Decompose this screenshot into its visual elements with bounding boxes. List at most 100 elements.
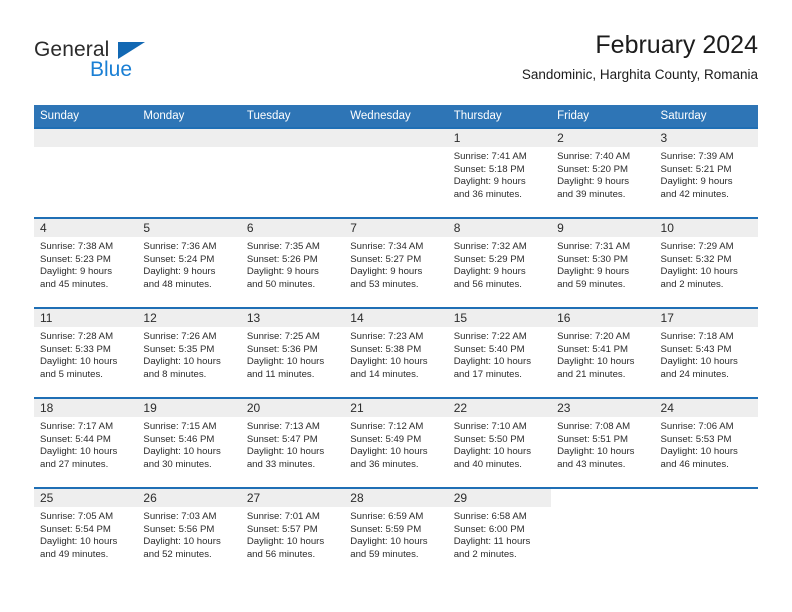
calendar-week-row: 11 Sunrise: 7:28 AM Sunset: 5:33 PM Dayligh… <box>34 307 758 398</box>
day-sun-info-line: Daylight: 10 hours <box>557 356 635 368</box>
calendar-day-cell[interactable]: 15 Sunrise: 7:22 AM Sunset: 5:40 PM Dayligh… <box>447 307 552 398</box>
calendar-day-cell[interactable]: 22 Sunrise: 7:10 AM Sunset: 5:50 PM Dayligh… <box>447 397 552 488</box>
day-sun-info-line: Sunrise: 7:38 AM <box>40 241 114 252</box>
day-sun-info-line: and 8 minutes. <box>143 368 207 380</box>
day-sun-info-line: and 27 minutes. <box>40 458 109 470</box>
day-sun-info-line: Sunset: 5:32 PM <box>660 253 732 265</box>
calendar-day-cell[interactable]: 17 Sunrise: 7:18 AM Sunset: 5:43 PM Dayligh… <box>654 307 758 398</box>
day-cell-inner: 25 Sunrise: 7:05 AM Sunset: 5:54 PM Dayligh… <box>34 489 138 577</box>
day-sun-info-line: Daylight: 9 hours <box>660 176 733 188</box>
day-sun-info: Sunrise: 7:39 AM Sunset: 5:21 PM Daylight:… <box>655 147 758 201</box>
day-sun-info-line: and 17 minutes. <box>453 368 522 380</box>
day-cell-inner: 8 Sunrise: 7:32 AM Sunset: 5:29 PM Daylight… <box>447 219 552 307</box>
day-cell-inner: 10 Sunrise: 7:29 AM Sunset: 5:32 PM Dayligh… <box>654 219 758 307</box>
day-cell-inner: 14 Sunrise: 7:23 AM Sunset: 5:38 PM Dayligh… <box>344 309 448 397</box>
day-number <box>240 129 345 147</box>
day-sun-info-line: Sunset: 5:35 PM <box>143 343 215 355</box>
calendar-day-cell[interactable]: 5 Sunrise: 7:36 AM Sunset: 5:24 PM Daylight… <box>137 217 241 308</box>
day-number: 18 <box>34 399 138 417</box>
day-sun-info-line: Sunrise: 7:20 AM <box>557 331 631 342</box>
calendar-day-cell[interactable]: 14 Sunrise: 7:23 AM Sunset: 5:38 PM Dayligh… <box>344 307 448 398</box>
day-sun-info-line: Sunset: 5:50 PM <box>453 433 525 445</box>
day-sun-info-line: Daylight: 10 hours <box>246 536 325 548</box>
calendar-day-cell[interactable]: 10 Sunrise: 7:29 AM Sunset: 5:32 PM Dayligh… <box>654 217 758 308</box>
day-number: 19 <box>137 399 241 417</box>
day-number: 12 <box>137 309 241 327</box>
day-sun-info-line: and 48 minutes. <box>143 278 212 290</box>
day-number <box>344 129 448 147</box>
day-number: 27 <box>240 489 345 507</box>
calendar-day-cell[interactable]: 25 Sunrise: 7:05 AM Sunset: 5:54 PM Dayligh… <box>34 487 138 577</box>
day-sun-info-line: Sunset: 5:49 PM <box>350 433 422 445</box>
day-sun-info-line: Daylight: 10 hours <box>40 536 118 548</box>
day-cell-inner: 26 Sunrise: 7:03 AM Sunset: 5:56 PM Dayligh… <box>137 489 241 577</box>
logo-text-blue: Blue <box>90 58 133 81</box>
day-sun-info-line: Sunrise: 7:13 AM <box>246 421 320 432</box>
day-sun-info-line: Sunrise: 7:25 AM <box>246 331 320 342</box>
calendar-week-row: 18 Sunrise: 7:17 AM Sunset: 5:44 PM Dayligh… <box>34 397 758 488</box>
day-cell-inner: 11 Sunrise: 7:28 AM Sunset: 5:33 PM Dayligh… <box>34 309 138 397</box>
day-cell-inner: 4 Sunrise: 7:38 AM Sunset: 5:23 PM Daylight… <box>34 219 138 307</box>
calendar-day-cell[interactable]: 27 Sunrise: 7:01 AM Sunset: 5:57 PM Dayligh… <box>240 487 345 577</box>
title-block: February 2024 Sandominic, Harghita Count… <box>522 30 758 84</box>
day-sun-info-line: Sunset: 5:40 PM <box>453 343 525 355</box>
weekday-header-friday: Friday <box>551 105 655 128</box>
calendar-day-cell[interactable]: 7 Sunrise: 7:34 AM Sunset: 5:27 PM Daylight… <box>344 217 448 308</box>
calendar-day-cell[interactable]: 21 Sunrise: 7:12 AM Sunset: 5:49 PM Dayligh… <box>344 397 448 488</box>
day-sun-info: Sunrise: 7:10 AM Sunset: 5:50 PM Daylight:… <box>448 417 551 471</box>
day-number: 21 <box>344 399 448 417</box>
day-sun-info-line: Daylight: 9 hours <box>143 266 216 278</box>
calendar-day-cell[interactable]: 19 Sunrise: 7:15 AM Sunset: 5:46 PM Dayligh… <box>137 397 241 488</box>
day-number: 4 <box>34 219 138 237</box>
calendar-day-cell[interactable]: 16 Sunrise: 7:20 AM Sunset: 5:41 PM Dayligh… <box>551 307 655 398</box>
calendar-day-cell[interactable]: 3 Sunrise: 7:39 AM Sunset: 5:21 PM Daylight… <box>654 127 758 218</box>
calendar-day-cell[interactable]: 1 Sunrise: 7:41 AM Sunset: 5:18 PM Daylight… <box>447 127 552 218</box>
calendar-day-cell[interactable]: 6 Sunrise: 7:35 AM Sunset: 5:26 PM Daylight… <box>240 217 345 308</box>
calendar-day-cell[interactable]: 11 Sunrise: 7:28 AM Sunset: 5:33 PM Dayligh… <box>34 307 138 398</box>
calendar-day-cell[interactable]: 26 Sunrise: 7:03 AM Sunset: 5:56 PM Dayligh… <box>137 487 241 577</box>
calendar-day-cell[interactable]: 29 Sunrise: 6:58 AM Sunset: 6:00 PM Dayligh… <box>447 487 552 577</box>
day-sun-info-line: Daylight: 9 hours <box>453 266 526 278</box>
day-cell-inner: 5 Sunrise: 7:36 AM Sunset: 5:24 PM Daylight… <box>137 219 241 307</box>
calendar-day-cell[interactable]: 8 Sunrise: 7:32 AM Sunset: 5:29 PM Daylight… <box>447 217 552 308</box>
day-sun-info-line: and 33 minutes. <box>246 458 316 470</box>
weekday-header-thursday: Thursday <box>447 105 552 128</box>
day-cell-inner: 29 Sunrise: 6:58 AM Sunset: 6:00 PM Dayligh… <box>447 489 552 577</box>
weekday-header-sunday: Sunday <box>34 105 138 128</box>
day-cell-inner: 3 Sunrise: 7:39 AM Sunset: 5:21 PM Daylight… <box>654 129 758 217</box>
day-number: 10 <box>654 219 758 237</box>
day-sun-info-line: Daylight: 9 hours <box>350 266 423 278</box>
day-sun-info-line: Sunrise: 7:17 AM <box>40 421 114 432</box>
day-number: 13 <box>240 309 345 327</box>
day-cell-inner: 28 Sunrise: 6:59 AM Sunset: 5:59 PM Dayligh… <box>344 489 448 577</box>
day-sun-info-line: Sunrise: 7:34 AM <box>350 241 424 252</box>
day-cell-inner <box>34 129 138 217</box>
page-subtitle: Sandominic, Harghita County, Romania <box>521 67 758 82</box>
day-sun-info: Sunrise: 7:26 AM Sunset: 5:35 PM Daylight:… <box>137 327 240 381</box>
day-cell-inner: 16 Sunrise: 7:20 AM Sunset: 5:41 PM Dayligh… <box>551 309 655 397</box>
day-cell-inner: 17 Sunrise: 7:18 AM Sunset: 5:43 PM Dayligh… <box>654 309 758 397</box>
day-sun-info-line: and 36 minutes. <box>453 188 522 200</box>
day-cell-inner: 9 Sunrise: 7:31 AM Sunset: 5:30 PM Daylight… <box>551 219 655 307</box>
calendar-table: Sunday Monday Tuesday Wednesday Thursday Frid… <box>34 105 758 577</box>
day-cell-inner <box>137 129 241 217</box>
day-sun-info-line: Daylight: 9 hours <box>246 266 319 278</box>
calendar-day-cell[interactable]: 9 Sunrise: 7:31 AM Sunset: 5:30 PM Daylight… <box>551 217 655 308</box>
day-sun-info-line: Sunset: 5:59 PM <box>350 523 422 535</box>
day-sun-info-line: and 56 minutes. <box>453 278 522 290</box>
calendar-day-cell[interactable]: 23 Sunrise: 7:08 AM Sunset: 5:51 PM Dayligh… <box>551 397 655 488</box>
calendar-day-cell[interactable]: 12 Sunrise: 7:26 AM Sunset: 5:35 PM Dayligh… <box>137 307 241 398</box>
calendar-day-cell[interactable]: 24 Sunrise: 7:06 AM Sunset: 5:53 PM Dayligh… <box>654 397 758 488</box>
day-sun-info-line: Sunrise: 7:03 AM <box>143 511 217 522</box>
general-blue-logo[interactable]: General Blue <box>34 38 234 88</box>
calendar-day-cell[interactable]: 4 Sunrise: 7:38 AM Sunset: 5:23 PM Daylight… <box>34 217 138 308</box>
calendar-day-cell[interactable]: 13 Sunrise: 7:25 AM Sunset: 5:36 PM Dayligh… <box>240 307 345 398</box>
day-sun-info-line: Sunrise: 7:41 AM <box>453 151 527 162</box>
day-sun-info-line: Sunrise: 7:12 AM <box>350 421 424 432</box>
day-sun-info-line: and 24 minutes. <box>660 368 729 380</box>
page-title: February 2024 <box>595 31 758 59</box>
calendar-day-cell[interactable]: 20 Sunrise: 7:13 AM Sunset: 5:47 PM Dayligh… <box>240 397 345 488</box>
calendar-day-cell[interactable]: 18 Sunrise: 7:17 AM Sunset: 5:44 PM Dayligh… <box>34 397 138 488</box>
calendar-day-cell[interactable]: 28 Sunrise: 6:59 AM Sunset: 5:59 PM Dayligh… <box>344 487 448 577</box>
calendar-day-cell[interactable]: 2 Sunrise: 7:40 AM Sunset: 5:20 PM Daylight… <box>551 127 655 218</box>
